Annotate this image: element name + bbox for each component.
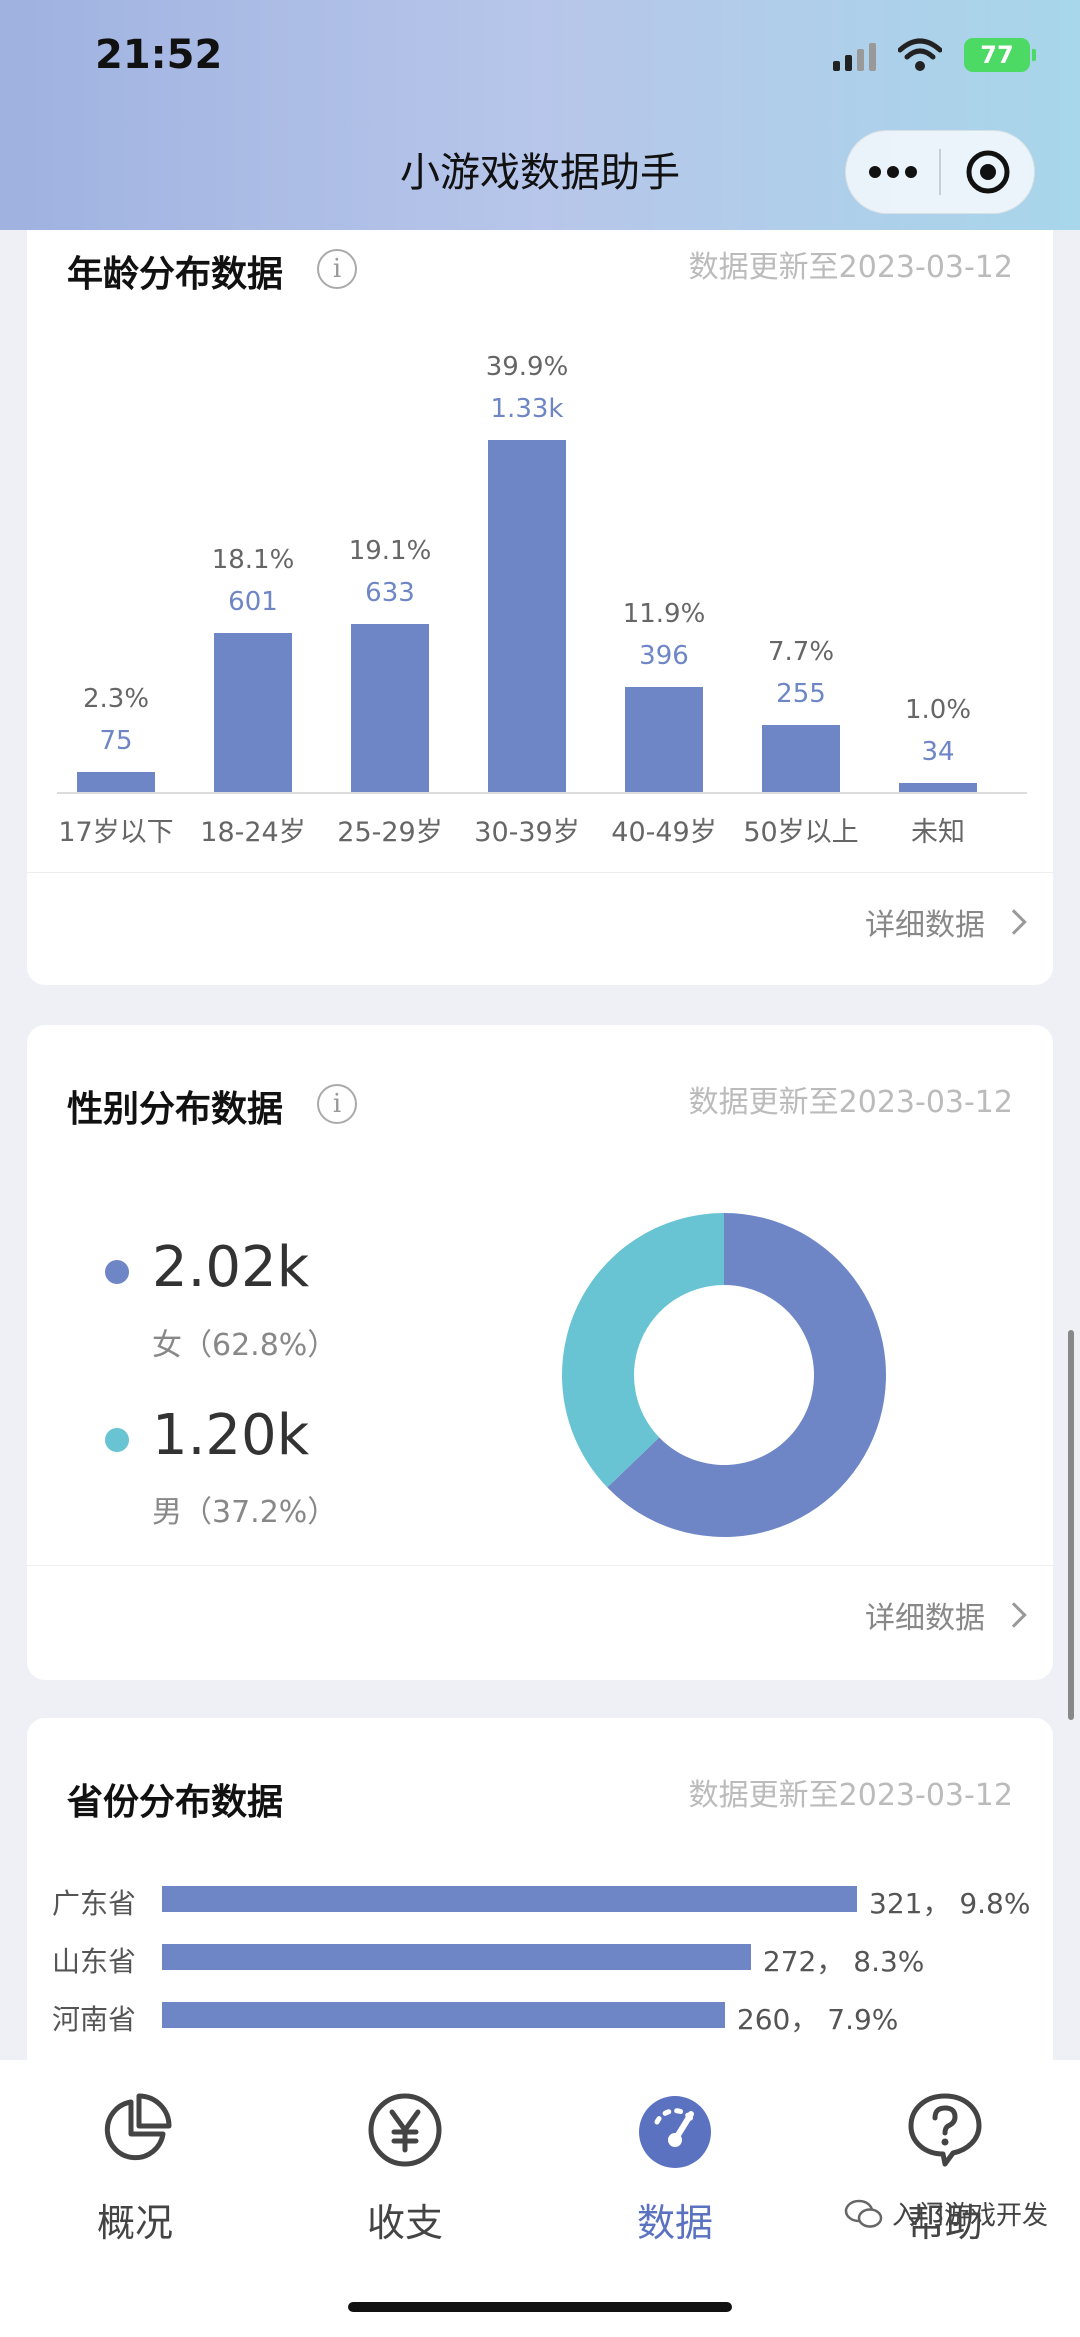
bar-value-label: 396: [639, 641, 689, 672]
tab-income[interactable]: 收支: [305, 2090, 505, 2247]
bar-percent-label: 11.9%: [622, 599, 706, 630]
bar-value-label: 34: [921, 737, 955, 767]
bar-percent-label: 1.0%: [904, 695, 972, 725]
signal-icon: [833, 39, 876, 71]
battery-icon: 77: [964, 38, 1036, 72]
divider: [27, 1565, 1053, 1566]
province-bar[interactable]: [162, 1886, 857, 1912]
bar-percent-label: 39.9%: [485, 352, 569, 382]
bar-category-label: 30-39岁: [474, 817, 580, 848]
bar-percent-label: 7.7%: [767, 636, 835, 667]
male-label: 男（37.2%）: [152, 1495, 338, 1530]
gender-detail-link[interactable]: 详细数据: [865, 1593, 1027, 1637]
gender-update-time: 数据更新至2023-03-12: [688, 1085, 1013, 1120]
bar-percent-label: 18.1%: [211, 544, 295, 575]
bar-category-label: 18-24岁: [200, 817, 306, 848]
more-button[interactable]: [846, 131, 939, 213]
help-icon: [908, 2093, 982, 2167]
bar-value-label: 601: [228, 586, 278, 617]
bar-category-label: 未知: [911, 817, 965, 848]
male-value: 1.20k: [152, 1403, 310, 1468]
bar-percent-label: 19.1%: [348, 536, 432, 567]
wechat-icon: [844, 2199, 883, 2228]
detail-label: 详细数据: [865, 1601, 985, 1636]
detail-label: 详细数据: [865, 908, 985, 943]
tab-label: 数据: [636, 2201, 713, 2245]
bar-category-label: 40-49岁: [611, 817, 717, 848]
tab-overview[interactable]: 概况: [35, 2090, 235, 2247]
donut-slice-1[interactable]: [562, 1213, 724, 1488]
age-bar[interactable]: [899, 783, 977, 792]
status-time: 21:52: [95, 32, 223, 78]
age-bar[interactable]: [214, 632, 292, 792]
age-bar-chart: 75 2.3% 17岁以下 601 18.1% 18-24岁 633 19.1% 25-29岁 1…: [27, 230, 1053, 848]
info-icon[interactable]: i: [317, 1084, 357, 1124]
bar-category-label: 25-29岁: [337, 817, 443, 848]
gender-donut-chart: [562, 1213, 886, 1537]
province-value-label: 272， 8.3%: [762, 1945, 925, 1978]
chart-baseline: [57, 792, 1027, 794]
age-bar[interactable]: [351, 624, 429, 792]
province-value-label: 260， 7.9%: [736, 2003, 899, 2036]
target-icon: [966, 150, 1009, 194]
age-bar[interactable]: [488, 440, 566, 792]
gender-distribution-card: 性别分布数据 i 数据更新至2023-03-12 2.02k 女（62.8%） …: [27, 1025, 1053, 1680]
watermark-text: 入门游戏开发: [891, 2201, 1048, 2231]
male-legend-dot: [105, 1428, 129, 1452]
bar-value-label: 1.33k: [490, 394, 564, 424]
chevron-right-icon: [1001, 909, 1027, 935]
bar-percent-label: 2.3%: [82, 684, 150, 715]
divider: [27, 872, 1053, 873]
tab-data[interactable]: 数据: [575, 2090, 775, 2247]
watermark: 入门游戏开发: [844, 2195, 1048, 2232]
province-value-label: 321， 9.8%: [869, 1887, 1031, 1920]
mini-program-capsule: [845, 130, 1035, 214]
province-label: 河南省: [52, 2003, 137, 2036]
female-value: 2.02k: [152, 1235, 310, 1300]
age-bar[interactable]: [625, 687, 703, 792]
bar-value-label: 255: [776, 678, 826, 709]
chevron-right-icon: [1001, 1602, 1027, 1628]
top-header: 21:52 77 小游戏数据助手: [0, 0, 1080, 230]
age-distribution-card: 年龄分布数据 i 数据更新至2023-03-12 75 2.3% 17岁以下 601 1…: [27, 230, 1053, 985]
female-label: 女（62.8%）: [152, 1328, 338, 1363]
status-icons: 77: [833, 38, 1036, 72]
bar-value-label: 633: [365, 578, 415, 609]
province-label: 山东省: [52, 1945, 137, 1978]
province-label: 广东省: [52, 1887, 137, 1920]
bar-category-label: 17岁以下: [58, 817, 174, 848]
close-button[interactable]: [941, 131, 1034, 213]
female-legend-dot: [105, 1260, 129, 1284]
age-bar[interactable]: [762, 724, 840, 792]
gauge-icon: [639, 2096, 711, 2168]
province-bar[interactable]: [162, 1944, 751, 1970]
gender-card-title: 性别分布数据: [67, 1089, 284, 1130]
province-distribution-card: 省份分布数据 数据更新至2023-03-12 广东省 321， 9.8% 山东省 27…: [27, 1718, 1053, 2118]
wifi-icon: [898, 38, 942, 71]
more-dots-icon: [868, 166, 917, 178]
tab-label: 收支: [366, 2201, 443, 2245]
scrollbar[interactable]: [1068, 1330, 1074, 1720]
age-detail-link[interactable]: 详细数据: [865, 900, 1027, 944]
province-bar[interactable]: [162, 2002, 725, 2028]
home-indicator: [348, 2302, 732, 2312]
bar-category-label: 50岁以上: [743, 817, 859, 848]
pie-chart-icon: [104, 2093, 172, 2161]
age-bar[interactable]: [77, 772, 155, 792]
bar-value-label: 75: [99, 726, 133, 757]
province-bar-chart: 广东省 321， 9.8% 山东省 272， 8.3% 河南省 260， 7.9%: [27, 1718, 1053, 2118]
yen-icon: [368, 2093, 442, 2167]
tab-label: 概况: [96, 2201, 173, 2245]
